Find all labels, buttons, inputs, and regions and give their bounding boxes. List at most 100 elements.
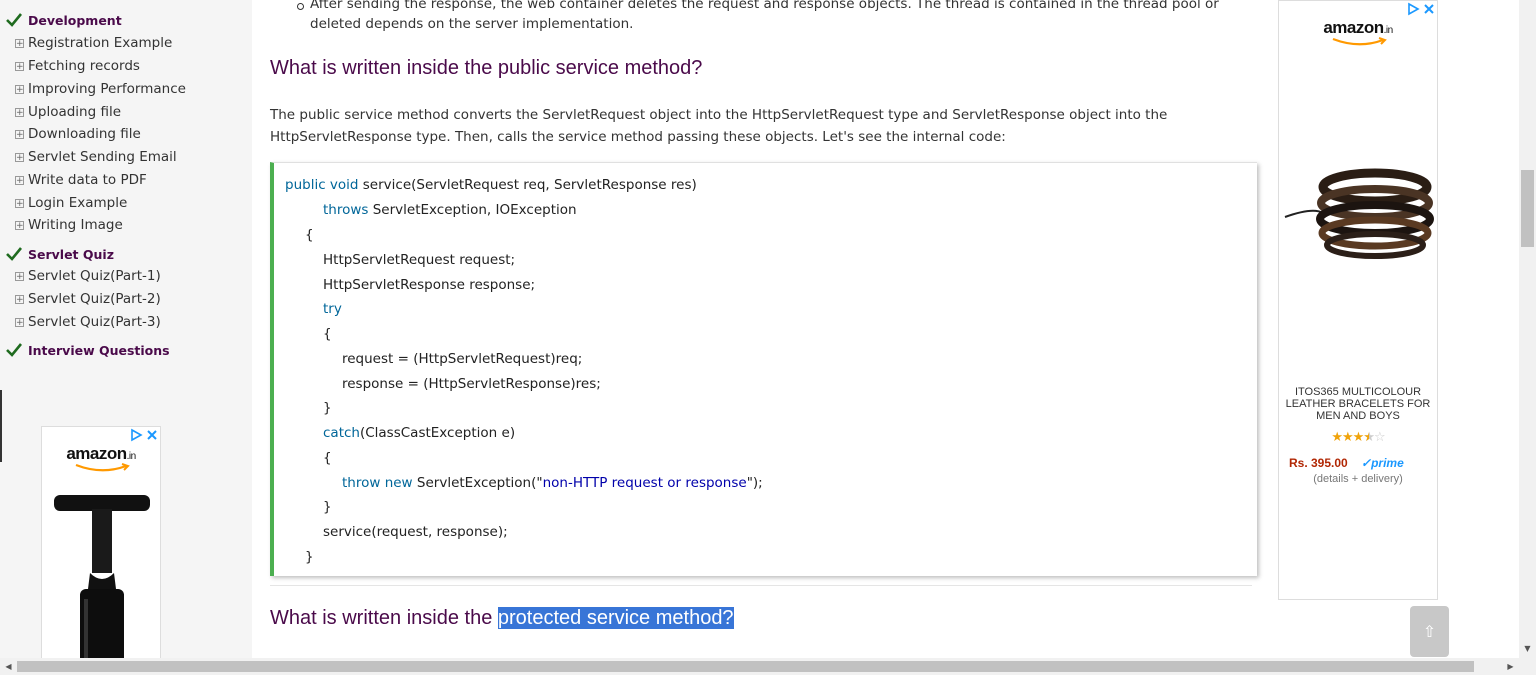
hand-pump-product-image <box>54 495 150 660</box>
sidebar-item-downloading-file[interactable]: + Downloading file <box>15 124 141 144</box>
sidebar-item-label: Registration Example <box>28 35 173 51</box>
sidebar-item-label: Downloading file <box>28 126 141 142</box>
sidebar-item-label: Servlet Quiz(Part-3) <box>28 314 161 330</box>
code-line: catch(ClassCastException e) <box>323 425 516 441</box>
expand-icon: + <box>15 220 24 231</box>
checkmark-icon <box>6 13 22 27</box>
expand-icon: + <box>15 107 24 118</box>
sidebar-section-development[interactable]: Development <box>6 10 122 30</box>
sidebar-item-label: Uploading file <box>28 104 122 120</box>
expand-icon: + <box>15 175 24 186</box>
sidebar-item-servlet-quiz-2[interactable]: + Servlet Quiz(Part-2) <box>15 289 161 309</box>
bullet-text-line2: deleted depends on the server implementa… <box>310 16 634 32</box>
ad-choices-icon[interactable] <box>1406 2 1420 16</box>
horizontal-scrollbar-thumb[interactable] <box>17 661 1474 672</box>
sidebar-item-label: Write data to PDF <box>28 172 147 188</box>
sidebar-section-servlet-quiz[interactable]: Servlet Quiz <box>6 244 114 264</box>
sidebar-item-writing-image[interactable]: + Writing Image <box>15 215 123 235</box>
code-block: public void service(ServletRequest req, … <box>270 162 1257 576</box>
expand-icon: + <box>15 84 24 95</box>
rating-stars: ★★★★★☆ <box>1331 430 1385 445</box>
sidebar-ad[interactable]: amazon.in <box>41 426 161 660</box>
right-ad[interactable]: amazon.in ITOS365 MULTICOLOUR LEATHER BR… <box>1278 0 1438 600</box>
code-line: throws ServletException, IOException <box>323 202 577 218</box>
heading-protected-service: What is written inside the protected ser… <box>270 607 734 629</box>
section-label: Interview Questions <box>28 342 170 358</box>
expand-icon: + <box>15 198 24 209</box>
code-line: HttpServletResponse response; <box>323 277 536 293</box>
code-line: HttpServletRequest request; <box>323 252 516 268</box>
close-icon[interactable] <box>145 428 159 442</box>
code-line: } <box>323 499 332 515</box>
heading-public-service: What is written inside the public servic… <box>270 57 703 79</box>
product-price: Rs. 395.00 <box>1289 456 1348 470</box>
vertical-scrollbar[interactable] <box>1519 0 1536 660</box>
code-line: { <box>323 326 332 342</box>
sidebar-item-fetching-records[interactable]: + Fetching records <box>15 56 140 76</box>
amazon-logo: amazon.in <box>1323 18 1393 37</box>
code-line: request = (HttpServletRequest)req; <box>342 351 583 367</box>
scroll-left-arrow-icon[interactable]: ◀ <box>0 658 17 675</box>
expand-icon: + <box>15 38 24 49</box>
code-line: try <box>323 301 342 317</box>
sidebar-item-label: Servlet Quiz(Part-2) <box>28 291 161 307</box>
code-line: } <box>323 400 332 416</box>
expand-icon: + <box>15 294 24 305</box>
selected-text[interactable]: protected service method? <box>497 607 734 629</box>
close-icon[interactable] <box>1422 2 1436 16</box>
vertical-scrollbar-thumb[interactable] <box>1521 170 1534 247</box>
sidebar-item-login-example[interactable]: + Login Example <box>15 193 127 213</box>
code-line: { <box>305 227 314 243</box>
sidebar: Development + Registration Example + Fetch… <box>0 0 252 660</box>
ad-controls <box>129 428 159 442</box>
section-divider <box>270 585 1252 586</box>
code-line: service(request, response); <box>323 524 508 540</box>
amazon-smile-icon <box>75 463 130 472</box>
code-line: throw new ServletException("non-HTTP req… <box>342 475 763 491</box>
product-name[interactable]: ITOS365 MULTICOLOUR LEATHER BRACELETS FO… <box>1283 386 1433 422</box>
paragraph-line2: HttpServletResponse type. Then, calls th… <box>270 129 1006 145</box>
code-line: { <box>323 450 332 466</box>
left-edge-marker <box>0 390 2 462</box>
sidebar-item-uploading-file[interactable]: + Uploading file <box>15 102 121 122</box>
bullet-text-line1: After sending the response, the web cont… <box>310 0 1219 12</box>
ad-choices-icon[interactable] <box>129 428 143 442</box>
code-line: response = (HttpServletResponse)res; <box>342 376 601 392</box>
expand-icon: + <box>15 317 24 328</box>
sidebar-item-improving-performance[interactable]: + Improving Performance <box>15 79 186 99</box>
bullet-marker <box>297 3 304 10</box>
leather-bracelets-product-image <box>1284 168 1434 259</box>
sidebar-item-label: Servlet Quiz(Part-1) <box>28 268 161 284</box>
sidebar-item-label: Login Example <box>28 195 128 211</box>
ad-controls <box>1406 2 1436 16</box>
amazon-smile-icon <box>1332 37 1387 46</box>
sidebar-item-label: Fetching records <box>28 58 140 74</box>
expand-icon: + <box>15 152 24 163</box>
checkmark-icon <box>6 343 22 357</box>
sidebar-item-servlet-sending-email[interactable]: + Servlet Sending Email <box>15 147 177 167</box>
expand-icon: + <box>15 129 24 140</box>
prime-badge: ✓prime <box>1361 456 1404 470</box>
arrow-up-icon: ⇧ <box>1422 622 1437 641</box>
section-label: Development <box>28 12 122 28</box>
scroll-right-arrow-icon[interactable]: ▶ <box>1502 658 1519 675</box>
paragraph-line1: The public service method converts the S… <box>270 107 1168 123</box>
sidebar-item-label: Writing Image <box>28 217 123 233</box>
sidebar-item-servlet-quiz-1[interactable]: + Servlet Quiz(Part-1) <box>15 266 161 286</box>
scroll-down-arrow-icon[interactable]: ▼ <box>1519 640 1536 657</box>
section-label: Servlet Quiz <box>28 246 114 262</box>
scroll-to-top-button[interactable]: ⇧ <box>1410 606 1449 657</box>
code-line: } <box>305 549 314 565</box>
code-line: public void service(ServletRequest req, … <box>285 177 697 193</box>
amazon-logo: amazon.in <box>66 444 136 463</box>
sidebar-item-registration-example[interactable]: + Registration Example <box>15 33 172 53</box>
expand-icon: + <box>15 271 24 282</box>
expand-icon: + <box>15 61 24 72</box>
details-link[interactable]: (details + delivery) <box>1279 473 1437 485</box>
sidebar-item-write-data-to-pdf[interactable]: + Write data to PDF <box>15 170 147 190</box>
sidebar-section-interview-questions[interactable]: Interview Questions <box>6 340 170 360</box>
sidebar-item-label: Improving Performance <box>28 81 186 97</box>
sidebar-item-servlet-quiz-3[interactable]: + Servlet Quiz(Part-3) <box>15 312 161 332</box>
checkmark-icon <box>6 247 22 261</box>
sidebar-item-label: Servlet Sending Email <box>28 149 177 165</box>
